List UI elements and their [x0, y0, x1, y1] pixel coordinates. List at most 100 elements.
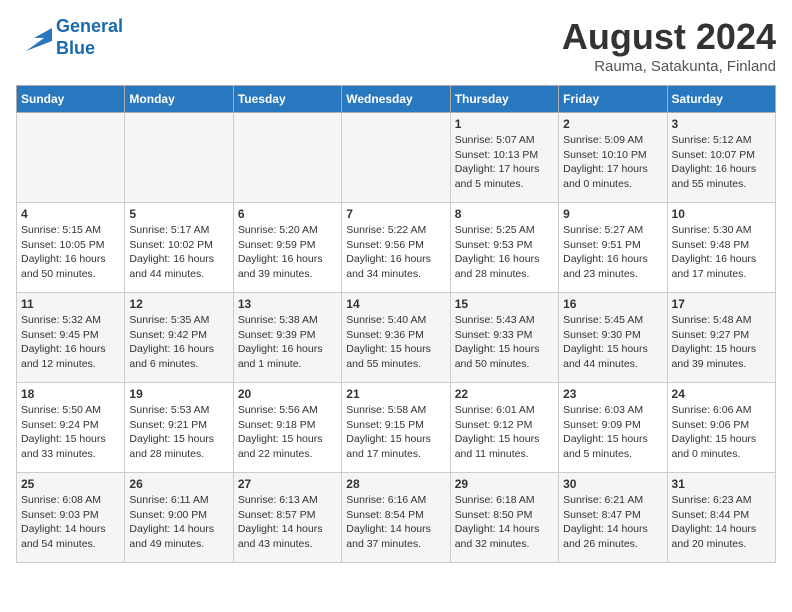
day-info: Sunrise: 5:53 AMSunset: 9:21 PMDaylight:…	[129, 403, 228, 462]
logo-line1: General	[56, 16, 123, 36]
day-number: 14	[346, 297, 445, 311]
calendar-table: SundayMondayTuesdayWednesdayThursdayFrid…	[16, 85, 776, 563]
calendar-day-cell: 30Sunrise: 6:21 AMSunset: 8:47 PMDayligh…	[559, 473, 667, 563]
day-number: 5	[129, 207, 228, 221]
calendar-day-cell: 24 Sunrise: 6:06 AMSunset: 9:06 PMDayligh…	[667, 383, 775, 473]
calendar-day-cell: 28 Sunrise: 6:16 AMSunset: 8:54 PMDayligh…	[342, 473, 450, 563]
calendar-day-cell: 22 Sunrise: 6:01 AMSunset: 9:12 PMDayligh…	[450, 383, 558, 473]
day-number: 18	[21, 387, 120, 401]
calendar-day-cell: 9 Sunrise: 5:27 AMSunset: 9:51 PMDaylight…	[559, 203, 667, 293]
day-number: 9	[563, 207, 662, 221]
day-info: Sunrise: 5:43 AMSunset: 9:33 PMDaylight:…	[455, 313, 554, 372]
day-info: Sunrise: 5:25 AMSunset: 9:53 PMDaylight:…	[455, 223, 554, 282]
logo-line2: Blue	[56, 38, 95, 58]
page-header: General Blue August 2024 Rauma, Satakunt…	[16, 16, 776, 75]
day-of-week-header: Thursday	[450, 86, 558, 113]
day-info: Sunrise: 5:17 AMSunset: 10:02 PMDaylight…	[129, 223, 228, 282]
day-number: 22	[455, 387, 554, 401]
day-info: Sunrise: 5:07 AMSunset: 10:13 PMDaylight…	[455, 133, 554, 192]
day-of-week-header: Wednesday	[342, 86, 450, 113]
day-number: 11	[21, 297, 120, 311]
calendar-day-cell: 15 Sunrise: 5:43 AMSunset: 9:33 PMDayligh…	[450, 293, 558, 383]
day-number: 16	[563, 297, 662, 311]
day-info: Sunrise: 6:18 AMSunset: 8:50 PMDaylight:…	[455, 493, 554, 552]
day-number: 6	[238, 207, 337, 221]
day-info: Sunrise: 5:09 AMSunset: 10:10 PMDaylight…	[563, 133, 662, 192]
day-info: Sunrise: 6:03 AMSunset: 9:09 PMDaylight:…	[563, 403, 662, 462]
day-info: Sunrise: 6:01 AMSunset: 9:12 PMDaylight:…	[455, 403, 554, 462]
logo-icon	[16, 23, 52, 53]
day-info: Sunrise: 5:32 AMSunset: 9:45 PMDaylight:…	[21, 313, 120, 372]
day-of-week-header: Tuesday	[233, 86, 341, 113]
day-number: 17	[672, 297, 771, 311]
day-number: 12	[129, 297, 228, 311]
day-number: 7	[346, 207, 445, 221]
day-info: Sunrise: 5:56 AMSunset: 9:18 PMDaylight:…	[238, 403, 337, 462]
day-info: Sunrise: 5:15 AMSunset: 10:05 PMDaylight…	[21, 223, 120, 282]
calendar-day-cell: 14 Sunrise: 5:40 AMSunset: 9:36 PMDayligh…	[342, 293, 450, 383]
calendar-day-cell: 31 Sunrise: 6:23 AMSunset: 8:44 PMDayligh…	[667, 473, 775, 563]
day-number: 29	[455, 477, 554, 491]
logo-text: General Blue	[56, 16, 123, 59]
calendar-week-row: 11 Sunrise: 5:32 AMSunset: 9:45 PMDayligh…	[17, 293, 776, 383]
day-info: Sunrise: 5:35 AMSunset: 9:42 PMDaylight:…	[129, 313, 228, 372]
day-info: Sunrise: 6:16 AMSunset: 8:54 PMDaylight:…	[346, 493, 445, 552]
day-info: Sunrise: 5:50 AMSunset: 9:24 PMDaylight:…	[21, 403, 120, 462]
day-number: 8	[455, 207, 554, 221]
calendar-day-cell: 2 Sunrise: 5:09 AMSunset: 10:10 PMDayligh…	[559, 113, 667, 203]
day-number: 20	[238, 387, 337, 401]
day-number: 4	[21, 207, 120, 221]
day-number: 3	[672, 117, 771, 131]
title-block: August 2024 Rauma, Satakunta, Finland	[562, 16, 776, 75]
day-number: 1	[455, 117, 554, 131]
day-info: Sunrise: 5:58 AMSunset: 9:15 PMDaylight:…	[346, 403, 445, 462]
calendar-week-row: 4 Sunrise: 5:15 AMSunset: 10:05 PMDayligh…	[17, 203, 776, 293]
calendar-day-cell: 25Sunrise: 6:08 AMSunset: 9:03 PMDayligh…	[17, 473, 125, 563]
calendar-day-cell: 19Sunrise: 5:53 AMSunset: 9:21 PMDayligh…	[125, 383, 233, 473]
calendar-day-cell: 13Sunrise: 5:38 AMSunset: 9:39 PMDayligh…	[233, 293, 341, 383]
day-number: 26	[129, 477, 228, 491]
day-number: 24	[672, 387, 771, 401]
calendar-day-cell: 10Sunrise: 5:30 AMSunset: 9:48 PMDayligh…	[667, 203, 775, 293]
day-info: Sunrise: 6:06 AMSunset: 9:06 PMDaylight:…	[672, 403, 771, 462]
calendar-day-cell	[233, 113, 341, 203]
day-info: Sunrise: 6:11 AMSunset: 9:00 PMDaylight:…	[129, 493, 228, 552]
calendar-day-cell: 11 Sunrise: 5:32 AMSunset: 9:45 PMDayligh…	[17, 293, 125, 383]
calendar-day-cell: 7 Sunrise: 5:22 AMSunset: 9:56 PMDaylight…	[342, 203, 450, 293]
calendar-day-cell: 1 Sunrise: 5:07 AMSunset: 10:13 PMDayligh…	[450, 113, 558, 203]
day-number: 21	[346, 387, 445, 401]
day-number: 31	[672, 477, 771, 491]
day-number: 28	[346, 477, 445, 491]
day-of-week-header: Sunday	[17, 86, 125, 113]
day-number: 15	[455, 297, 554, 311]
day-number: 10	[672, 207, 771, 221]
day-info: Sunrise: 5:20 AMSunset: 9:59 PMDaylight:…	[238, 223, 337, 282]
calendar-week-row: 18 Sunrise: 5:50 AMSunset: 9:24 PMDayligh…	[17, 383, 776, 473]
day-number: 25	[21, 477, 120, 491]
day-info: Sunrise: 5:38 AMSunset: 9:39 PMDaylight:…	[238, 313, 337, 372]
calendar-day-cell: 21 Sunrise: 5:58 AMSunset: 9:15 PMDayligh…	[342, 383, 450, 473]
calendar-day-cell: 16Sunrise: 5:45 AMSunset: 9:30 PMDayligh…	[559, 293, 667, 383]
day-info: Sunrise: 5:48 AMSunset: 9:27 PMDaylight:…	[672, 313, 771, 372]
calendar-day-cell: 12 Sunrise: 5:35 AMSunset: 9:42 PMDayligh…	[125, 293, 233, 383]
calendar-day-cell: 4 Sunrise: 5:15 AMSunset: 10:05 PMDayligh…	[17, 203, 125, 293]
day-info: Sunrise: 6:21 AMSunset: 8:47 PMDaylight:…	[563, 493, 662, 552]
day-of-week-header: Monday	[125, 86, 233, 113]
day-info: Sunrise: 5:22 AMSunset: 9:56 PMDaylight:…	[346, 223, 445, 282]
calendar-day-cell: 18 Sunrise: 5:50 AMSunset: 9:24 PMDayligh…	[17, 383, 125, 473]
day-info: Sunrise: 6:23 AMSunset: 8:44 PMDaylight:…	[672, 493, 771, 552]
day-of-week-header: Saturday	[667, 86, 775, 113]
day-number: 27	[238, 477, 337, 491]
day-info: Sunrise: 5:40 AMSunset: 9:36 PMDaylight:…	[346, 313, 445, 372]
day-info: Sunrise: 5:27 AMSunset: 9:51 PMDaylight:…	[563, 223, 662, 282]
calendar-day-cell: 20 Sunrise: 5:56 AMSunset: 9:18 PMDayligh…	[233, 383, 341, 473]
logo: General Blue	[16, 16, 123, 59]
calendar-day-cell: 29 Sunrise: 6:18 AMSunset: 8:50 PMDayligh…	[450, 473, 558, 563]
calendar-day-cell: 6 Sunrise: 5:20 AMSunset: 9:59 PMDaylight…	[233, 203, 341, 293]
location: Rauma, Satakunta, Finland	[562, 58, 776, 75]
calendar-day-cell: 8 Sunrise: 5:25 AMSunset: 9:53 PMDaylight…	[450, 203, 558, 293]
calendar-week-row: 1 Sunrise: 5:07 AMSunset: 10:13 PMDayligh…	[17, 113, 776, 203]
calendar-header-row: SundayMondayTuesdayWednesdayThursdayFrid…	[17, 86, 776, 113]
calendar-day-cell: 17 Sunrise: 5:48 AMSunset: 9:27 PMDayligh…	[667, 293, 775, 383]
day-number: 2	[563, 117, 662, 131]
